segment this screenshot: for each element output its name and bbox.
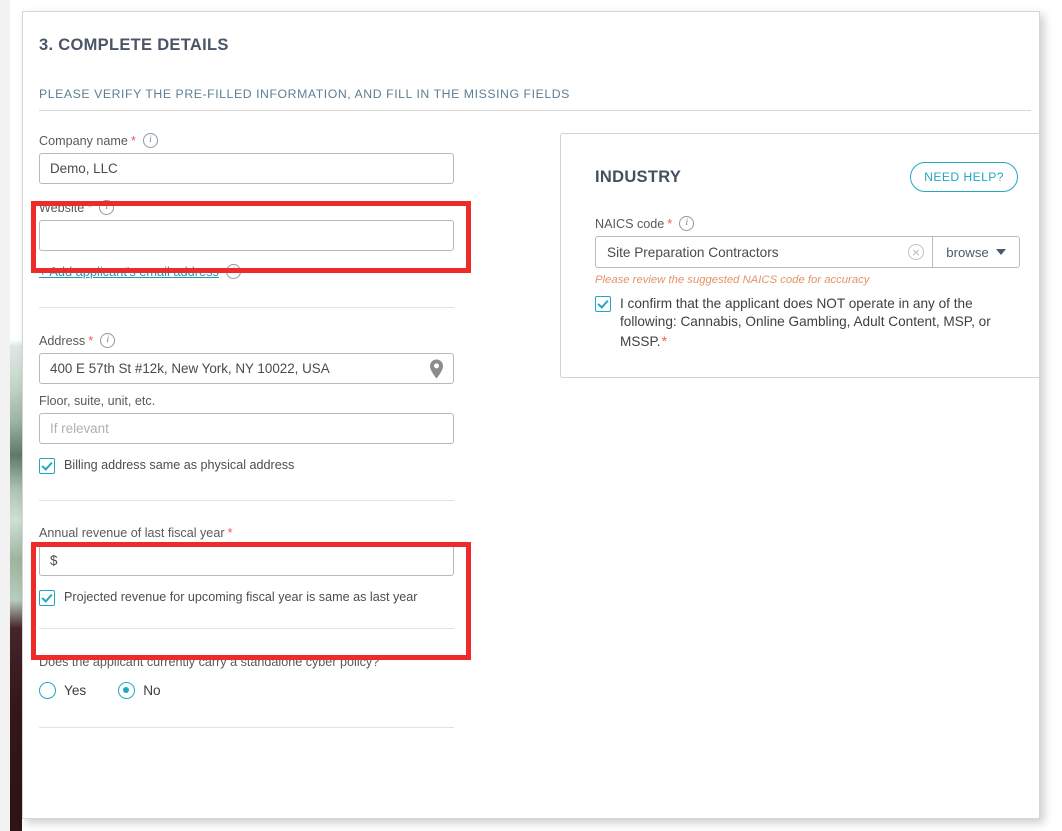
industry-panel: INDUSTRY NEED HELP? NAICS code * i Site P… [560, 133, 1039, 379]
add-applicant-email-link[interactable]: + Add applicant's email address [39, 264, 219, 279]
floor-label-text: Floor, suite, unit, etc. [39, 394, 156, 408]
required-asterisk: * [667, 216, 673, 231]
required-asterisk: * [88, 333, 94, 348]
projected-revenue-checkbox-row[interactable]: Projected revenue for upcoming fiscal ye… [39, 589, 484, 606]
naics-code-label: NAICS code * i [595, 216, 1018, 231]
chevron-down-icon [995, 249, 1006, 255]
radio-yes-label: Yes [64, 683, 87, 698]
projected-revenue-checkbox[interactable] [39, 590, 55, 606]
required-asterisk: * [87, 200, 93, 215]
annual-revenue-input[interactable] [39, 545, 454, 576]
industry-confirm-label: I confirm that the applicant does NOT op… [620, 295, 1018, 351]
radio-yes[interactable] [39, 682, 56, 699]
divider-after-address [39, 500, 454, 501]
floor-input[interactable] [39, 413, 454, 444]
website-label-text: Website [39, 200, 85, 215]
company-name-input[interactable] [39, 153, 454, 184]
company-name-field-group: Company name * i [39, 133, 484, 184]
radio-no-label: No [143, 683, 161, 698]
projected-revenue-label: Projected revenue for upcoming fiscal ye… [64, 590, 418, 604]
clear-circle-icon[interactable] [908, 244, 924, 260]
form-columns: Company name* i Website* i + Add applica… [31, 133, 1039, 728]
browse-button[interactable]: browse [932, 236, 1020, 268]
divider-after-contact [39, 307, 454, 308]
industry-header: INDUSTRY NEED HELP? [595, 162, 1018, 192]
cyber-policy-group: Does the applicant currently carry a sta… [39, 655, 484, 699]
divider-bottom [39, 727, 454, 728]
annual-revenue-label-text: Annual revenue of last fiscal year [39, 525, 225, 540]
address-field-group: Address * i [39, 333, 484, 384]
need-help-button[interactable]: NEED HELP? [910, 162, 1018, 192]
website-field-group: Website * i [39, 200, 484, 251]
annual-revenue-label: Annual revenue of last fiscal year * [39, 525, 484, 540]
website-input[interactable] [39, 220, 454, 251]
naics-code-input[interactable]: Site Preparation Contractors [595, 236, 932, 268]
floor-field-group: Floor, suite, unit, etc. [39, 394, 484, 444]
right-column: INDUSTRY NEED HELP? NAICS code * i Site P… [484, 133, 1039, 728]
page-subtitle: PLEASE VERIFY THE PRE-FILLED INFORMATION… [39, 87, 570, 101]
address-input-wrap [39, 353, 454, 384]
add-email-row: + Add applicant's email address i [39, 264, 484, 279]
naics-code-value: Site Preparation Contractors [607, 244, 779, 260]
cyber-policy-question: Does the applicant currently carry a sta… [39, 655, 380, 669]
industry-confirm-checkbox[interactable] [595, 296, 611, 312]
info-icon[interactable]: i [142, 133, 158, 148]
info-icon[interactable]: i [679, 216, 695, 231]
address-label: Address * i [39, 333, 484, 348]
company-name-label-text: Company name [39, 133, 128, 148]
industry-confirm-checkbox-row[interactable]: I confirm that the applicant does NOT op… [595, 295, 1018, 351]
address-input[interactable] [39, 353, 454, 384]
left-column: Company name* i Website* i + Add applica… [31, 133, 484, 728]
info-icon[interactable]: i [225, 264, 241, 279]
info-icon[interactable]: i [100, 333, 116, 348]
background-sliver-edge [0, 0, 10, 831]
required-asterisk: * [130, 133, 136, 148]
required-asterisk: * [661, 332, 668, 349]
complete-details-card: 3. COMPLETE DETAILS PLEASE VERIFY THE PR… [22, 11, 1040, 819]
divider-after-revenue [39, 628, 454, 629]
naics-accuracy-hint: Please review the suggested NAICS code f… [595, 274, 870, 286]
required-asterisk: * [227, 525, 233, 540]
billing-same-checkbox[interactable] [39, 458, 55, 474]
info-icon[interactable]: i [99, 200, 115, 215]
cyber-policy-radio-row: Yes No [39, 682, 484, 699]
address-label-text: Address [39, 333, 86, 348]
billing-same-checkbox-row[interactable]: Billing address same as physical address [39, 457, 484, 474]
radio-no[interactable] [118, 682, 136, 699]
industry-title: INDUSTRY [595, 167, 682, 186]
website-label: Website * i [39, 200, 484, 215]
location-pin-icon [429, 359, 444, 378]
company-name-label: Company name * i [39, 133, 484, 148]
billing-same-label: Billing address same as physical address [64, 458, 295, 472]
browse-button-label: browse [946, 244, 989, 260]
naics-code-label-text: NAICS code [595, 216, 665, 231]
annual-revenue-field-group: Annual revenue of last fiscal year * [39, 525, 484, 576]
industry-confirm-text: I confirm that the applicant does NOT op… [620, 296, 991, 349]
page-title: 3. COMPLETE DETAILS [39, 36, 229, 54]
floor-label: Floor, suite, unit, etc. [39, 394, 484, 408]
naics-code-control: Site Preparation Contractors browse [595, 236, 1020, 268]
subtitle-row: PLEASE VERIFY THE PRE-FILLED INFORMATION… [39, 85, 1031, 111]
